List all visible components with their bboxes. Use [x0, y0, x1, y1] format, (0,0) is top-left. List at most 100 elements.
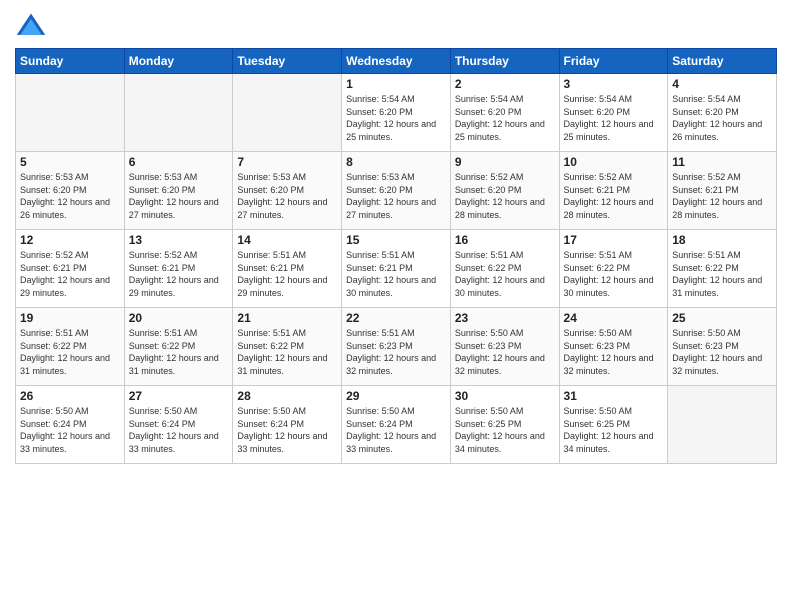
- calendar-cell: 8 Sunrise: 5:53 AMSunset: 6:20 PMDaylight…: [342, 152, 451, 230]
- day-header-friday: Friday: [559, 49, 668, 74]
- day-number: 8: [346, 155, 446, 169]
- calendar-cell: 23 Sunrise: 5:50 AMSunset: 6:23 PMDayligh…: [450, 308, 559, 386]
- week-row-4: 19 Sunrise: 5:51 AMSunset: 6:22 PMDayligh…: [16, 308, 777, 386]
- day-info: Sunrise: 5:50 AMSunset: 6:24 PMDaylight:…: [346, 405, 446, 455]
- day-number: 18: [672, 233, 772, 247]
- day-info: Sunrise: 5:51 AMSunset: 6:21 PMDaylight:…: [346, 249, 446, 299]
- calendar-cell: [668, 386, 777, 464]
- page-container: SundayMondayTuesdayWednesdayThursdayFrid…: [0, 0, 792, 474]
- day-info: Sunrise: 5:52 AMSunset: 6:20 PMDaylight:…: [455, 171, 555, 221]
- header: [15, 10, 777, 42]
- calendar-cell: 20 Sunrise: 5:51 AMSunset: 6:22 PMDayligh…: [124, 308, 233, 386]
- calendar-cell: [124, 74, 233, 152]
- day-number: 22: [346, 311, 446, 325]
- day-number: 3: [564, 77, 664, 91]
- day-number: 6: [129, 155, 229, 169]
- calendar-cell: 5 Sunrise: 5:53 AMSunset: 6:20 PMDaylight…: [16, 152, 125, 230]
- calendar-cell: 9 Sunrise: 5:52 AMSunset: 6:20 PMDaylight…: [450, 152, 559, 230]
- logo: [15, 10, 51, 42]
- day-number: 25: [672, 311, 772, 325]
- week-row-3: 12 Sunrise: 5:52 AMSunset: 6:21 PMDayligh…: [16, 230, 777, 308]
- day-info: Sunrise: 5:51 AMSunset: 6:22 PMDaylight:…: [455, 249, 555, 299]
- day-info: Sunrise: 5:53 AMSunset: 6:20 PMDaylight:…: [20, 171, 120, 221]
- calendar-cell: 14Sunrise: 5:51 AMSunset: 6:21 PMDayligh…: [233, 230, 342, 308]
- day-number: 28: [237, 389, 337, 403]
- day-info: Sunrise: 5:51 AMSunset: 6:22 PMDaylight:…: [672, 249, 772, 299]
- week-row-5: 26 Sunrise: 5:50 AMSunset: 6:24 PMDayligh…: [16, 386, 777, 464]
- day-info: Sunrise: 5:52 AMSunset: 6:21 PMDaylight:…: [564, 171, 664, 221]
- day-info: Sunrise: 5:50 AMSunset: 6:24 PMDaylight:…: [237, 405, 337, 455]
- day-number: 9: [455, 155, 555, 169]
- day-info: Sunrise: 5:50 AMSunset: 6:23 PMDaylight:…: [564, 327, 664, 377]
- calendar-cell: 17Sunrise: 5:51 AMSunset: 6:22 PMDayligh…: [559, 230, 668, 308]
- day-info: Sunrise: 5:50 AMSunset: 6:23 PMDaylight:…: [672, 327, 772, 377]
- calendar-cell: 4 Sunrise: 5:54 AMSunset: 6:20 PMDaylight…: [668, 74, 777, 152]
- day-number: 31: [564, 389, 664, 403]
- day-info: Sunrise: 5:52 AMSunset: 6:21 PMDaylight:…: [20, 249, 120, 299]
- day-info: Sunrise: 5:51 AMSunset: 6:22 PMDaylight:…: [129, 327, 229, 377]
- calendar-cell: 26 Sunrise: 5:50 AMSunset: 6:24 PMDayligh…: [16, 386, 125, 464]
- days-header-row: SundayMondayTuesdayWednesdayThursdayFrid…: [16, 49, 777, 74]
- calendar-cell: 28 Sunrise: 5:50 AMSunset: 6:24 PMDayligh…: [233, 386, 342, 464]
- day-number: 30: [455, 389, 555, 403]
- calendar-cell: 22 Sunrise: 5:51 AMSunset: 6:23 PMDayligh…: [342, 308, 451, 386]
- calendar-cell: 11 Sunrise: 5:52 AMSunset: 6:21 PMDayligh…: [668, 152, 777, 230]
- calendar-cell: 2Sunrise: 5:54 AMSunset: 6:20 PMDaylight…: [450, 74, 559, 152]
- day-info: Sunrise: 5:51 AMSunset: 6:22 PMDaylight:…: [237, 327, 337, 377]
- calendar-cell: 1 Sunrise: 5:54 AMSunset: 6:20 PMDaylight…: [342, 74, 451, 152]
- day-info: Sunrise: 5:52 AMSunset: 6:21 PMDaylight:…: [672, 171, 772, 221]
- day-header-wednesday: Wednesday: [342, 49, 451, 74]
- day-info: Sunrise: 5:50 AMSunset: 6:25 PMDaylight:…: [564, 405, 664, 455]
- calendar-cell: [16, 74, 125, 152]
- calendar-cell: 25 Sunrise: 5:50 AMSunset: 6:23 PMDayligh…: [668, 308, 777, 386]
- day-info: Sunrise: 5:54 AMSunset: 6:20 PMDaylight:…: [564, 93, 664, 143]
- day-info: Sunrise: 5:50 AMSunset: 6:24 PMDaylight:…: [20, 405, 120, 455]
- calendar-cell: 6 Sunrise: 5:53 AMSunset: 6:20 PMDaylight…: [124, 152, 233, 230]
- calendar-cell: 19Sunrise: 5:51 AMSunset: 6:22 PMDayligh…: [16, 308, 125, 386]
- calendar-table: SundayMondayTuesdayWednesdayThursdayFrid…: [15, 48, 777, 464]
- day-number: 27: [129, 389, 229, 403]
- day-header-monday: Monday: [124, 49, 233, 74]
- day-number: 16: [455, 233, 555, 247]
- day-info: Sunrise: 5:52 AMSunset: 6:21 PMDaylight:…: [129, 249, 229, 299]
- day-number: 26: [20, 389, 120, 403]
- day-number: 19: [20, 311, 120, 325]
- day-info: Sunrise: 5:53 AMSunset: 6:20 PMDaylight:…: [129, 171, 229, 221]
- day-info: Sunrise: 5:54 AMSunset: 6:20 PMDaylight:…: [672, 93, 772, 143]
- calendar-cell: [233, 74, 342, 152]
- calendar-cell: 18 Sunrise: 5:51 AMSunset: 6:22 PMDayligh…: [668, 230, 777, 308]
- calendar-cell: 30 Sunrise: 5:50 AMSunset: 6:25 PMDayligh…: [450, 386, 559, 464]
- day-number: 10: [564, 155, 664, 169]
- calendar-cell: 29Sunrise: 5:50 AMSunset: 6:24 PMDayligh…: [342, 386, 451, 464]
- day-number: 13: [129, 233, 229, 247]
- calendar-cell: 3 Sunrise: 5:54 AMSunset: 6:20 PMDaylight…: [559, 74, 668, 152]
- day-info: Sunrise: 5:54 AMSunset: 6:20 PMDaylight:…: [346, 93, 446, 143]
- day-number: 12: [20, 233, 120, 247]
- day-number: 2: [455, 77, 555, 91]
- calendar-cell: 16 Sunrise: 5:51 AMSunset: 6:22 PMDayligh…: [450, 230, 559, 308]
- calendar-cell: 31 Sunrise: 5:50 AMSunset: 6:25 PMDayligh…: [559, 386, 668, 464]
- day-number: 23: [455, 311, 555, 325]
- calendar-cell: 15 Sunrise: 5:51 AMSunset: 6:21 PMDayligh…: [342, 230, 451, 308]
- day-info: Sunrise: 5:53 AMSunset: 6:20 PMDaylight:…: [346, 171, 446, 221]
- day-info: Sunrise: 5:50 AMSunset: 6:25 PMDaylight:…: [455, 405, 555, 455]
- day-info: Sunrise: 5:51 AMSunset: 6:23 PMDaylight:…: [346, 327, 446, 377]
- day-number: 4: [672, 77, 772, 91]
- day-header-tuesday: Tuesday: [233, 49, 342, 74]
- day-number: 11: [672, 155, 772, 169]
- calendar-cell: 10 Sunrise: 5:52 AMSunset: 6:21 PMDayligh…: [559, 152, 668, 230]
- day-number: 15: [346, 233, 446, 247]
- week-row-2: 5 Sunrise: 5:53 AMSunset: 6:20 PMDaylight…: [16, 152, 777, 230]
- day-number: 1: [346, 77, 446, 91]
- day-number: 5: [20, 155, 120, 169]
- calendar-cell: 27 Sunrise: 5:50 AMSunset: 6:24 PMDayligh…: [124, 386, 233, 464]
- day-header-sunday: Sunday: [16, 49, 125, 74]
- day-number: 7: [237, 155, 337, 169]
- day-info: Sunrise: 5:50 AMSunset: 6:24 PMDaylight:…: [129, 405, 229, 455]
- calendar-cell: 24 Sunrise: 5:50 AMSunset: 6:23 PMDayligh…: [559, 308, 668, 386]
- day-info: Sunrise: 5:50 AMSunset: 6:23 PMDaylight:…: [455, 327, 555, 377]
- day-number: 24: [564, 311, 664, 325]
- day-header-thursday: Thursday: [450, 49, 559, 74]
- logo-icon: [15, 10, 47, 42]
- day-number: 20: [129, 311, 229, 325]
